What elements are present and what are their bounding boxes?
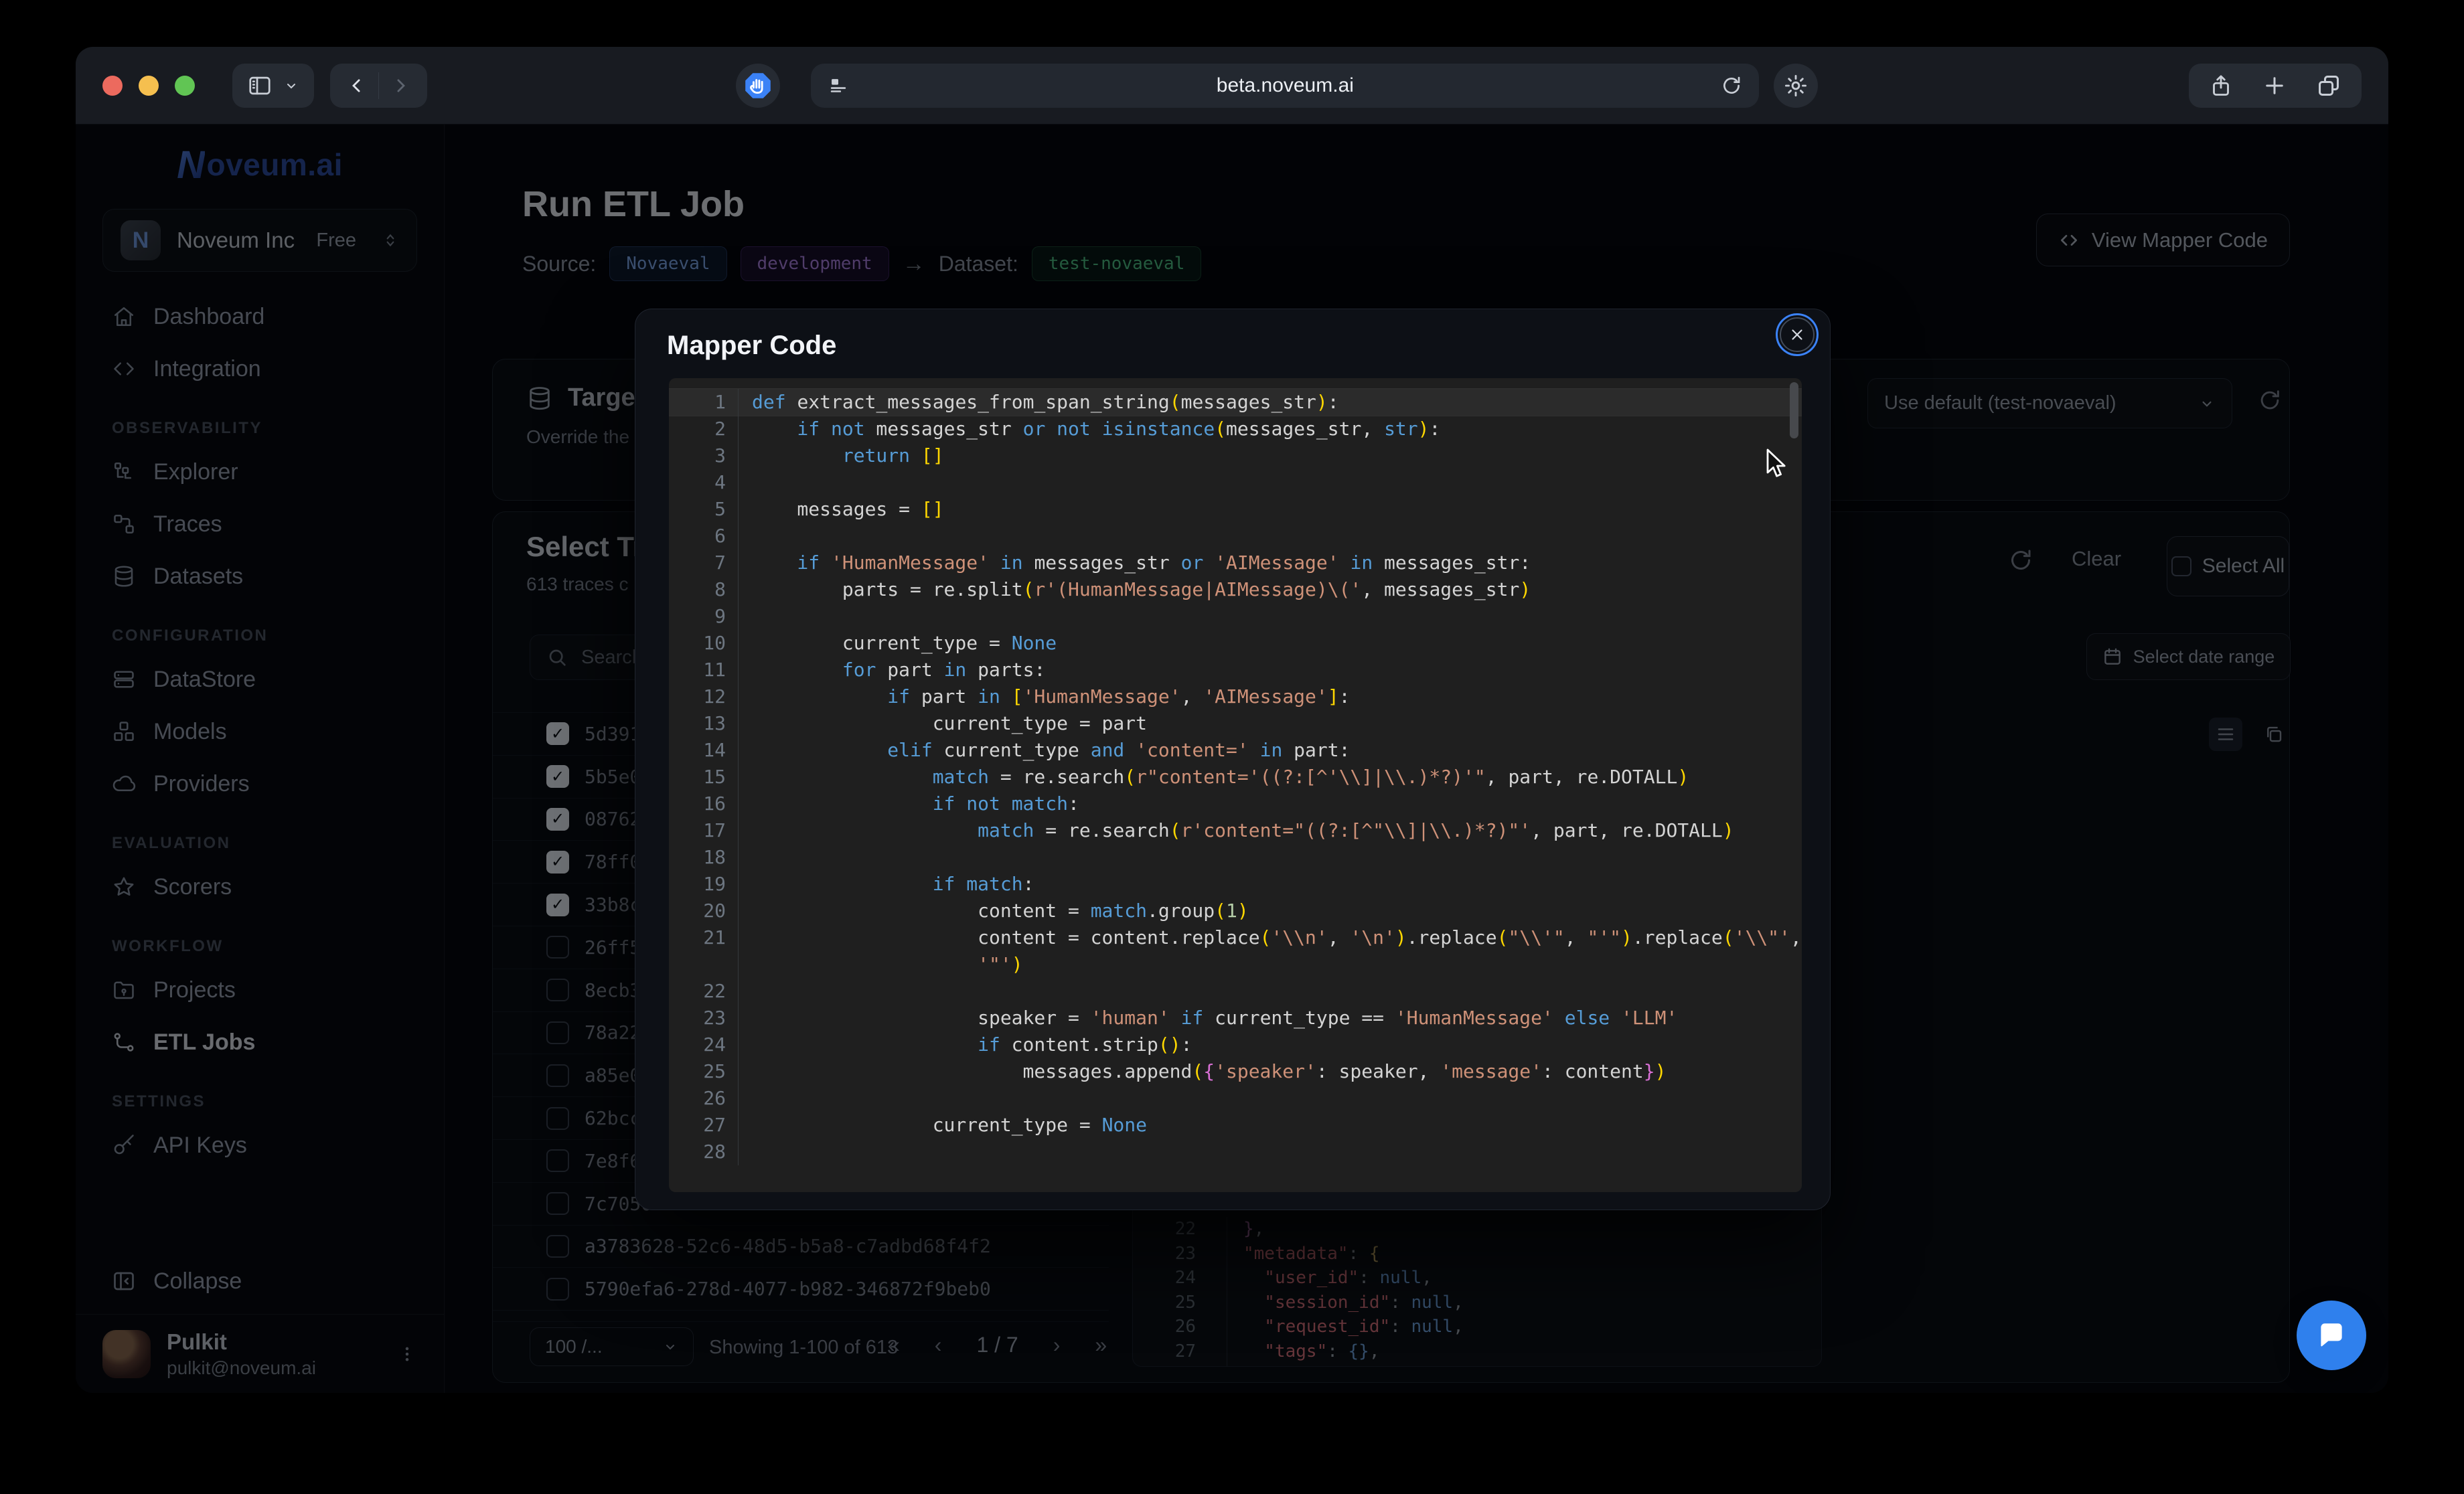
browser-window: beta.noveum.ai Noveum.ai N (76, 47, 2388, 1393)
sidebar-toggle-button[interactable] (232, 64, 314, 108)
line-number (669, 951, 739, 978)
settings-button[interactable] (1774, 64, 1818, 108)
chat-launcher-button[interactable] (2297, 1301, 2366, 1370)
line-number: 23 (669, 1005, 739, 1031)
code-line: '"') (669, 951, 1802, 978)
new-tab-button[interactable] (2262, 64, 2287, 108)
sidebar-panel-icon (247, 73, 273, 98)
code-line: 12if part in ['HumanMessage', 'AIMessage… (669, 683, 1802, 710)
code-line: 5messages = [] (669, 496, 1802, 523)
code-line: 20content = match.group(1) (669, 898, 1802, 924)
line-number: 10 (669, 630, 739, 657)
window-controls (102, 76, 195, 96)
line-number: 24 (669, 1031, 739, 1058)
forward-button[interactable] (379, 64, 422, 108)
code-line: 28 (669, 1139, 1802, 1165)
line-number: 16 (669, 791, 739, 817)
code-line: 13current_type = part (669, 710, 1802, 737)
page-viewport: Noveum.ai N Noveum Inc Free DashboardInt… (76, 124, 2388, 1393)
line-number: 22 (669, 978, 739, 1005)
code-line: 10current_type = None (669, 630, 1802, 657)
line-number: 3 (669, 442, 739, 469)
line-number: 8 (669, 576, 739, 603)
code-line: 1def extract_messages_from_span_string(m… (669, 389, 1802, 416)
line-number: 28 (669, 1139, 739, 1165)
chat-bubble-icon (2315, 1319, 2348, 1352)
minimize-window-button[interactable] (139, 76, 159, 96)
share-button[interactable] (2209, 64, 2233, 108)
line-number: 17 (669, 817, 739, 844)
line-number: 2 (669, 416, 739, 442)
close-window-button[interactable] (102, 76, 123, 96)
code-line: 3return [] (669, 442, 1802, 469)
history-nav (330, 64, 427, 108)
line-number: 19 (669, 871, 739, 898)
code-line: 27current_type = None (669, 1112, 1802, 1139)
code-line: 9 (669, 603, 1802, 630)
line-number: 5 (669, 496, 739, 523)
code-line: 19if match: (669, 871, 1802, 898)
line-number: 4 (669, 469, 739, 496)
code-line: 6 (669, 523, 1802, 550)
code-line: 16if not match: (669, 791, 1802, 817)
modal-close-button[interactable] (1780, 317, 1815, 352)
tab-overview-button[interactable] (2316, 64, 2341, 108)
zoom-window-button[interactable] (175, 76, 195, 96)
code-line: 14elif current_type and 'content=' in pa… (669, 737, 1802, 764)
extension-button[interactable] (736, 64, 780, 108)
code-line: 17match = re.search(r'content="((?:[^"\\… (669, 817, 1802, 844)
code-line: 15match = re.search(r"content='((?:[^'\\… (669, 764, 1802, 791)
code-line: 18 (669, 844, 1802, 871)
code-line: 21content = content.replace('\\n', '\n')… (669, 924, 1802, 951)
back-button[interactable] (335, 64, 378, 108)
code-line: 25messages.append({'speaker': speaker, '… (669, 1058, 1802, 1085)
code-line: 8parts = re.split(r'(HumanMessage|AIMess… (669, 576, 1802, 603)
line-number: 25 (669, 1058, 739, 1085)
mapper-code-editor[interactable]: 1def extract_messages_from_span_string(m… (669, 378, 1802, 1192)
modal-title: Mapper Code (667, 331, 836, 361)
line-number: 20 (669, 898, 739, 924)
url-text: beta.noveum.ai (811, 74, 1759, 97)
tab-actions (2189, 64, 2362, 108)
code-line: 4 (669, 469, 1802, 496)
line-number: 21 (669, 924, 739, 951)
address-bar[interactable]: beta.noveum.ai (811, 64, 1759, 108)
browser-toolbar: beta.noveum.ai (76, 47, 2388, 124)
line-number: 12 (669, 683, 739, 710)
line-number: 7 (669, 550, 739, 576)
line-number: 18 (669, 844, 739, 871)
mapper-code-modal: Mapper Code 1def extract_messages_from_s… (635, 309, 1831, 1210)
code-line: 26 (669, 1085, 1802, 1112)
line-number: 13 (669, 710, 739, 737)
line-number: 15 (669, 764, 739, 791)
line-number: 9 (669, 603, 739, 630)
code-line: 2if not messages_str or not isinstance(m… (669, 416, 1802, 442)
content-blocker-hand-icon (743, 70, 773, 101)
mouse-cursor (1765, 448, 1792, 479)
line-number: 27 (669, 1112, 739, 1139)
code-line: 24if content.strip(): (669, 1031, 1802, 1058)
line-number: 11 (669, 657, 739, 683)
code-line: 11for part in parts: (669, 657, 1802, 683)
chevron-down-icon (283, 78, 299, 94)
reader-icon[interactable] (827, 74, 850, 97)
code-line: 22 (669, 978, 1802, 1005)
line-number: 6 (669, 523, 739, 550)
desktop: beta.noveum.ai Noveum.ai N (0, 0, 2464, 1494)
line-number: 14 (669, 737, 739, 764)
reload-icon[interactable] (1720, 74, 1743, 97)
close-icon (1788, 326, 1806, 343)
code-line: 7if 'HumanMessage' in messages_str or 'A… (669, 550, 1802, 576)
line-number: 1 (669, 389, 739, 416)
gear-icon (1783, 73, 1808, 98)
scrollbar-thumb[interactable] (1790, 382, 1798, 438)
code-line: 23speaker = 'human' if current_type == '… (669, 1005, 1802, 1031)
line-number: 26 (669, 1085, 739, 1112)
